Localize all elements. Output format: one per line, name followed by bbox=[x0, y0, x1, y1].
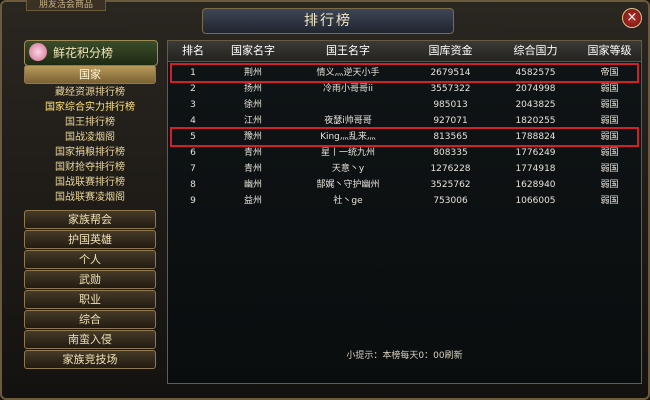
column-header-4: 综合国力 bbox=[513, 44, 558, 57]
table-cell: 3557322 bbox=[430, 84, 471, 94]
column-header-3: 国库资金 bbox=[428, 44, 473, 57]
sub-ranking-item-5[interactable]: 国财抢夺排行榜 bbox=[26, 161, 154, 176]
flower-points-label: 鲜花积分榜 bbox=[53, 46, 114, 60]
table-cell: 郜娓丶守护幽州 bbox=[316, 180, 380, 190]
ranking-category-sidebar: 鲜花积分榜 国家藏经资源排行榜 国家综合实力排行榜 国王排行榜 国战凌烟阁 国家捐粮排行… bbox=[24, 40, 158, 380]
close-icon[interactable]: × bbox=[622, 8, 642, 28]
category-tab-8[interactable]: 家族竞技场 bbox=[24, 350, 156, 369]
table-cell: 青州 bbox=[243, 148, 262, 158]
table-cell: 星丨一统九州 bbox=[320, 148, 375, 158]
table-cell: 3 bbox=[190, 100, 196, 110]
table-row[interactable]: 6 青州 星丨一统九州 808335 1776249 弱国 bbox=[168, 145, 641, 161]
ranking-table-panel: 排名 国家名字 国王名字 国库资金 综合国力 国家等级 1 荆州 情义灬逆天小手 2679514… bbox=[167, 40, 642, 384]
table-cell: 9 bbox=[190, 196, 196, 206]
category-tab-7[interactable]: 南蛮入侵 bbox=[24, 330, 156, 349]
highlight-box bbox=[170, 63, 639, 83]
table-cell bbox=[288, 97, 408, 113]
table-cell: 2 bbox=[190, 84, 196, 94]
background-window-tab: 朋友活会商品 bbox=[26, 0, 106, 11]
refresh-tip: 小提示：本榜每天0：00刷新 bbox=[346, 351, 463, 361]
category-tab-0[interactable]: 国家 bbox=[24, 65, 156, 84]
table-cell: 弱国 bbox=[600, 84, 619, 94]
category-tab-3[interactable]: 个人 bbox=[24, 250, 156, 269]
table-row[interactable]: 9 益州 社丶ge 753006 1066005 弱国 bbox=[168, 193, 641, 209]
table-cell: 社丶ge bbox=[333, 196, 363, 206]
column-header-2: 国王名字 bbox=[326, 44, 370, 57]
table-cell: 6 bbox=[190, 148, 196, 158]
category-tab-6[interactable]: 综合 bbox=[24, 310, 156, 329]
column-header-0: 排名 bbox=[182, 44, 204, 57]
sub-ranking-item-3[interactable]: 国战凌烟阁 bbox=[26, 131, 154, 146]
table-cell: 幽州 bbox=[243, 180, 262, 190]
category-tab-2[interactable]: 护国英雄 bbox=[24, 230, 156, 249]
table-cell: 弱国 bbox=[600, 164, 619, 174]
category-tab-5[interactable]: 职业 bbox=[24, 290, 156, 309]
table-cell: 808335 bbox=[433, 148, 468, 158]
column-header-1: 国家名字 bbox=[231, 44, 275, 57]
sub-ranking-item-7[interactable]: 国战联赛凌烟阁 bbox=[26, 191, 154, 206]
table-cell: 2074998 bbox=[515, 84, 556, 94]
table-cell: 1066005 bbox=[515, 196, 556, 206]
table-row[interactable]: 7 青州 天意丶y 1276228 1774918 弱国 bbox=[168, 161, 641, 177]
table-cell: 弱国 bbox=[600, 180, 619, 190]
ranking-window: 朋友活会商品 排行榜 × 鲜花积分榜 国家藏经资源排行榜 国家综合实力排行榜 国王排… bbox=[0, 0, 650, 400]
table-row[interactable]: 3 徐州 985013 2043825 弱国 bbox=[168, 97, 641, 113]
table-cell: 扬州 bbox=[243, 84, 262, 94]
sub-ranking-item-4[interactable]: 国家捐粮排行榜 bbox=[26, 146, 154, 161]
flower-points-ranking-tab[interactable]: 鲜花积分榜 bbox=[24, 40, 158, 66]
flower-icon bbox=[29, 43, 47, 61]
table-cell: 1776249 bbox=[515, 148, 556, 158]
category-tab-4[interactable]: 武勋 bbox=[24, 270, 156, 289]
sub-ranking-item-1[interactable]: 国家综合实力排行榜 bbox=[26, 101, 154, 116]
table-cell: 1774918 bbox=[515, 164, 556, 174]
sub-ranking-item-2[interactable]: 国王排行榜 bbox=[26, 116, 154, 131]
table-cell: 弱国 bbox=[600, 196, 619, 206]
table-cell: 7 bbox=[190, 164, 196, 174]
table-cell: 2043825 bbox=[515, 100, 556, 110]
category-tab-1[interactable]: 家族帮会 bbox=[24, 210, 156, 229]
window-title-bar: 排行榜 bbox=[202, 8, 454, 34]
table-header: 排名 国家名字 国王名字 国库资金 综合国力 国家等级 bbox=[168, 41, 641, 62]
table-cell: 徐州 bbox=[243, 100, 262, 110]
table-cell: 弱国 bbox=[600, 100, 619, 110]
table-row[interactable]: 8 幽州 郜娓丶守护幽州 3525762 1628940 弱国 bbox=[168, 177, 641, 193]
table-cell: 1628940 bbox=[515, 180, 556, 190]
table-cell: 弱国 bbox=[600, 148, 619, 158]
table-cell: 985013 bbox=[433, 100, 468, 110]
sub-ranking-item-0[interactable]: 藏经资源排行榜 bbox=[26, 86, 154, 101]
window-title: 排行榜 bbox=[304, 13, 352, 29]
table-cell: 3525762 bbox=[430, 180, 471, 190]
table-row[interactable]: 2 扬州 冷雨小哥哥ii 3557322 2074998 弱国 bbox=[168, 81, 641, 97]
highlight-box bbox=[170, 127, 639, 147]
table-cell: 1276228 bbox=[430, 164, 471, 174]
table-cell: 天意丶y bbox=[331, 164, 365, 174]
table-cell: 8 bbox=[190, 180, 196, 190]
sub-ranking-item-6[interactable]: 国战联赛排行榜 bbox=[26, 176, 154, 191]
column-header-5: 国家等级 bbox=[587, 44, 632, 57]
table-cell: 753006 bbox=[433, 196, 468, 206]
table-cell: 益州 bbox=[243, 196, 262, 206]
table-cell: 青州 bbox=[243, 164, 262, 174]
table-cell: 冷雨小哥哥ii bbox=[322, 84, 373, 94]
